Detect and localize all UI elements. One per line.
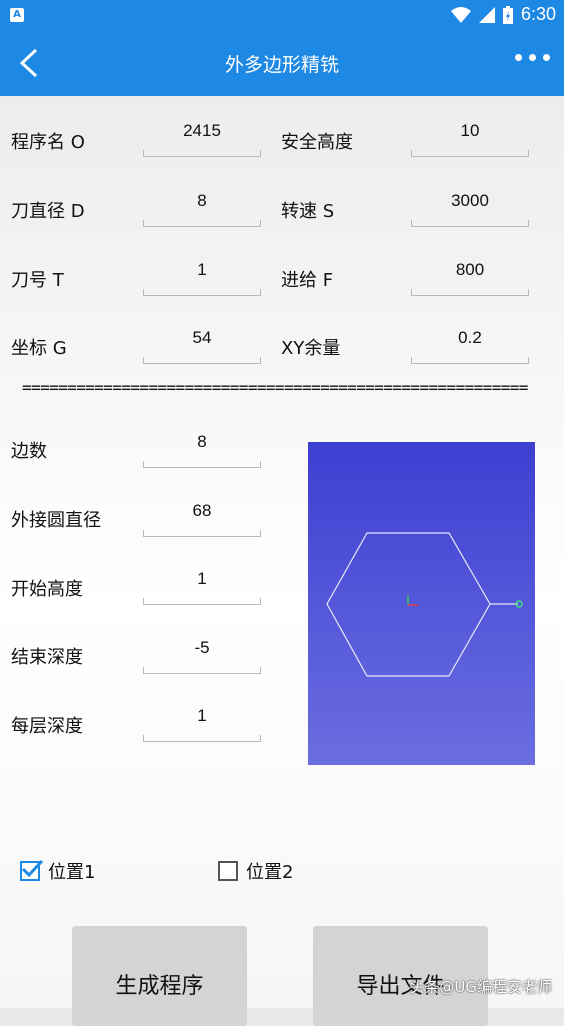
position-1-checkbox[interactable]: 位置1 xyxy=(20,858,95,884)
position-2-checkbox[interactable]: 位置2 xyxy=(218,858,293,884)
safe-height-input[interactable]: 10 xyxy=(411,117,529,157)
coordinate-label: 坐标 G xyxy=(11,338,67,359)
program-name-input[interactable]: 2415 xyxy=(143,117,261,157)
xy-allowance-label: XY余量 xyxy=(281,338,341,359)
coordinate-input[interactable]: 54 xyxy=(143,324,261,364)
feed-label: 进给 F xyxy=(281,270,334,291)
more-options-icon[interactable] xyxy=(515,54,550,61)
position-1-label: 位置1 xyxy=(48,862,96,883)
generate-program-button[interactable]: 生成程序 xyxy=(72,926,247,1026)
toolpath-preview xyxy=(308,442,535,765)
xy-allowance-input[interactable]: 0.2 xyxy=(411,324,529,364)
position-2-label: 位置2 xyxy=(246,862,294,883)
divider: ========================================… xyxy=(22,378,528,397)
spindle-speed-label: 转速 S xyxy=(281,201,335,222)
page-title: 外多边形精铣 xyxy=(224,54,339,76)
watermark: 头条@UG编程安老师 xyxy=(409,978,552,996)
signal-icon xyxy=(478,6,495,23)
tool-number-label: 刀号 T xyxy=(11,270,64,291)
checkbox-unchecked-icon[interactable] xyxy=(218,861,238,881)
end-depth-input[interactable]: -5 xyxy=(143,634,261,674)
wifi-icon xyxy=(450,6,471,23)
circumscribed-diameter-input[interactable]: 68 xyxy=(143,497,261,537)
circumscribed-diameter-label: 外接圆直径 xyxy=(11,510,101,531)
tool-number-input[interactable]: 1 xyxy=(143,256,261,296)
clock: 6:30 xyxy=(520,4,556,24)
start-height-label: 开始高度 xyxy=(11,579,83,600)
checkbox-checked-icon[interactable] xyxy=(20,859,44,881)
start-height-input[interactable]: 1 xyxy=(143,565,261,605)
tool-diameter-input[interactable]: 8 xyxy=(143,187,261,227)
program-name-label: 程序名 O xyxy=(11,132,85,153)
notification-app-icon: A xyxy=(10,8,24,22)
tool-diameter-label: 刀直径 D xyxy=(11,201,85,222)
safe-height-label: 安全高度 xyxy=(281,132,353,153)
sides-input[interactable]: 8 xyxy=(143,428,261,468)
app-bar: 外多边形精铣 xyxy=(0,32,564,96)
polygon-preview-drawing xyxy=(326,532,523,677)
feed-input[interactable]: 800 xyxy=(411,256,529,296)
battery-icon xyxy=(502,5,513,24)
status-bar: A 6:30 xyxy=(0,0,564,32)
spindle-speed-input[interactable]: 3000 xyxy=(411,187,529,227)
layer-depth-input[interactable]: 1 xyxy=(143,702,261,742)
layer-depth-label: 每层深度 xyxy=(11,716,83,737)
sides-label: 边数 xyxy=(11,441,47,462)
end-depth-label: 结束深度 xyxy=(11,647,83,668)
